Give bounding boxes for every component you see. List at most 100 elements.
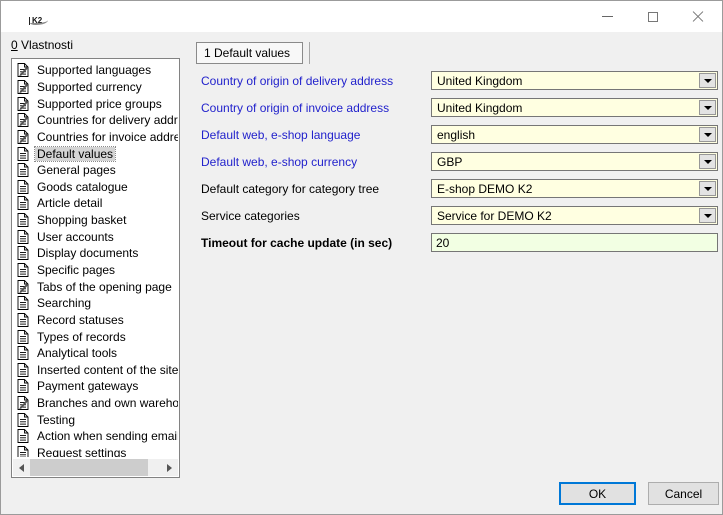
chevron-down-icon: [704, 214, 712, 218]
form-row: Service categories Service for DEMO K2: [201, 202, 718, 229]
doc-icon: [17, 363, 30, 377]
combo-box[interactable]: Service for DEMO K2: [431, 206, 718, 225]
list-item[interactable]: Tabs of the opening page: [13, 278, 178, 295]
list-item[interactable]: User accounts: [13, 228, 178, 245]
text-input[interactable]: [431, 233, 718, 252]
combo-dropdown-button[interactable]: [699, 181, 716, 196]
k2-logo-swoosh: [30, 18, 48, 25]
cancel-button[interactable]: Cancel: [648, 482, 719, 505]
list-item[interactable]: Searching: [13, 295, 178, 312]
maximize-button[interactable]: [630, 1, 675, 32]
doc-icon: [17, 429, 30, 443]
scrollbar-track[interactable]: [30, 459, 161, 476]
ok-button[interactable]: OK: [559, 482, 636, 505]
scrollbar-thumb[interactable]: [30, 459, 148, 476]
scroll-left-button[interactable]: [13, 459, 30, 476]
horizontal-scrollbar[interactable]: [13, 459, 178, 476]
chevron-down-icon: [704, 160, 712, 164]
minimize-icon: [602, 16, 613, 17]
list-item[interactable]: Goods catalogue: [13, 178, 178, 195]
list-item[interactable]: Testing: [13, 411, 178, 428]
combo-box[interactable]: english: [431, 125, 718, 144]
settings-form: Country of origin of delivery address Un…: [201, 67, 718, 256]
properties-label: Vlastnosti: [18, 38, 73, 52]
doc-edit-icon: [17, 80, 30, 94]
list-item[interactable]: Payment gateways: [13, 378, 178, 395]
field-label: Country of origin of invoice address: [201, 101, 431, 115]
list-item[interactable]: General pages: [13, 162, 178, 179]
list-item[interactable]: Display documents: [13, 245, 178, 262]
doc-icon: [17, 446, 30, 457]
list-item[interactable]: Supported price groups: [13, 95, 178, 112]
chevron-down-icon: [704, 106, 712, 110]
doc-icon: [17, 296, 30, 310]
doc-edit-icon: [17, 97, 30, 111]
settings-window: K2 0 Vlastnosti Supported languages: [0, 0, 723, 515]
field-label: Timeout for cache update (in sec): [201, 236, 431, 250]
combo-value: Service for DEMO K2: [437, 209, 695, 223]
combo-dropdown-button[interactable]: [699, 100, 716, 115]
list-item[interactable]: Inserted content of the sites: [13, 362, 178, 379]
list-item[interactable]: Countries for invoice addresses: [13, 129, 178, 146]
combo-value: United Kingdom: [437, 74, 695, 88]
list-item[interactable]: Shopping basket: [13, 212, 178, 229]
doc-icon: [17, 413, 30, 427]
list-item[interactable]: Supported currency: [13, 79, 178, 96]
doc-icon: [17, 246, 30, 260]
close-icon: [692, 11, 704, 23]
list-item[interactable]: Specific pages: [13, 262, 178, 279]
k2-logo-icon: K2: [29, 10, 55, 27]
list-item[interactable]: Request settings: [13, 445, 178, 457]
doc-icon: [17, 313, 30, 327]
doc-edit-icon: [17, 396, 30, 410]
doc-icon: [17, 196, 30, 210]
list-item[interactable]: Article detail: [13, 195, 178, 212]
combo-dropdown-button[interactable]: [699, 208, 716, 223]
doc-icon: [17, 379, 30, 393]
scroll-right-button[interactable]: [161, 459, 178, 476]
combo-value: E-shop DEMO K2: [437, 182, 695, 196]
minimize-button[interactable]: [585, 1, 630, 32]
chevron-down-icon: [704, 79, 712, 83]
list-item[interactable]: Record statuses: [13, 312, 178, 329]
combo-box[interactable]: GBP: [431, 152, 718, 171]
field-label: Default web, e-shop currency: [201, 155, 431, 169]
list-item[interactable]: Analytical tools: [13, 345, 178, 362]
combo-dropdown-button[interactable]: [699, 73, 716, 88]
field-label: Country of origin of delivery address: [201, 74, 431, 88]
combo-value: United Kingdom: [437, 101, 695, 115]
combo-box[interactable]: United Kingdom: [431, 71, 718, 90]
combo-value: english: [437, 128, 695, 142]
doc-icon: [17, 263, 30, 277]
form-row: Default web, e-shop currency GBP: [201, 148, 718, 175]
properties-list-header: 0 Vlastnosti: [11, 38, 73, 52]
list-item[interactable]: Types of records: [13, 328, 178, 345]
form-row: Default category for category tree E-sho…: [201, 175, 718, 202]
doc-edit-icon: [17, 113, 30, 127]
field-label: Default web, e-shop language: [201, 128, 431, 142]
close-button[interactable]: [675, 1, 720, 32]
window-controls: [585, 1, 720, 32]
list-item[interactable]: Countries for delivery addresses: [13, 112, 178, 129]
tab-default-values[interactable]: 1 Default values: [196, 42, 303, 64]
maximize-icon: [648, 12, 658, 22]
doc-icon: [17, 213, 30, 227]
combo-dropdown-button[interactable]: [699, 154, 716, 169]
scroll-left-icon: [19, 464, 24, 472]
doc-icon: [17, 230, 30, 244]
list-item[interactable]: Default values: [13, 145, 178, 162]
doc-icon: [17, 330, 30, 344]
list-item[interactable]: Action when sending email: [13, 428, 178, 445]
combo-box[interactable]: E-shop DEMO K2: [431, 179, 718, 198]
list-item[interactable]: Supported languages: [13, 62, 178, 79]
combo-box[interactable]: United Kingdom: [431, 98, 718, 117]
combo-dropdown-button[interactable]: [699, 127, 716, 142]
chevron-down-icon: [704, 133, 712, 137]
combo-value: GBP: [437, 155, 695, 169]
form-row: Default web, e-shop language english: [201, 121, 718, 148]
doc-icon: [17, 163, 30, 177]
list-item[interactable]: Branches and own warehouses: [13, 395, 178, 412]
chevron-down-icon: [704, 187, 712, 191]
doc-edit-icon: [17, 63, 30, 77]
titlebar: K2: [1, 1, 722, 32]
